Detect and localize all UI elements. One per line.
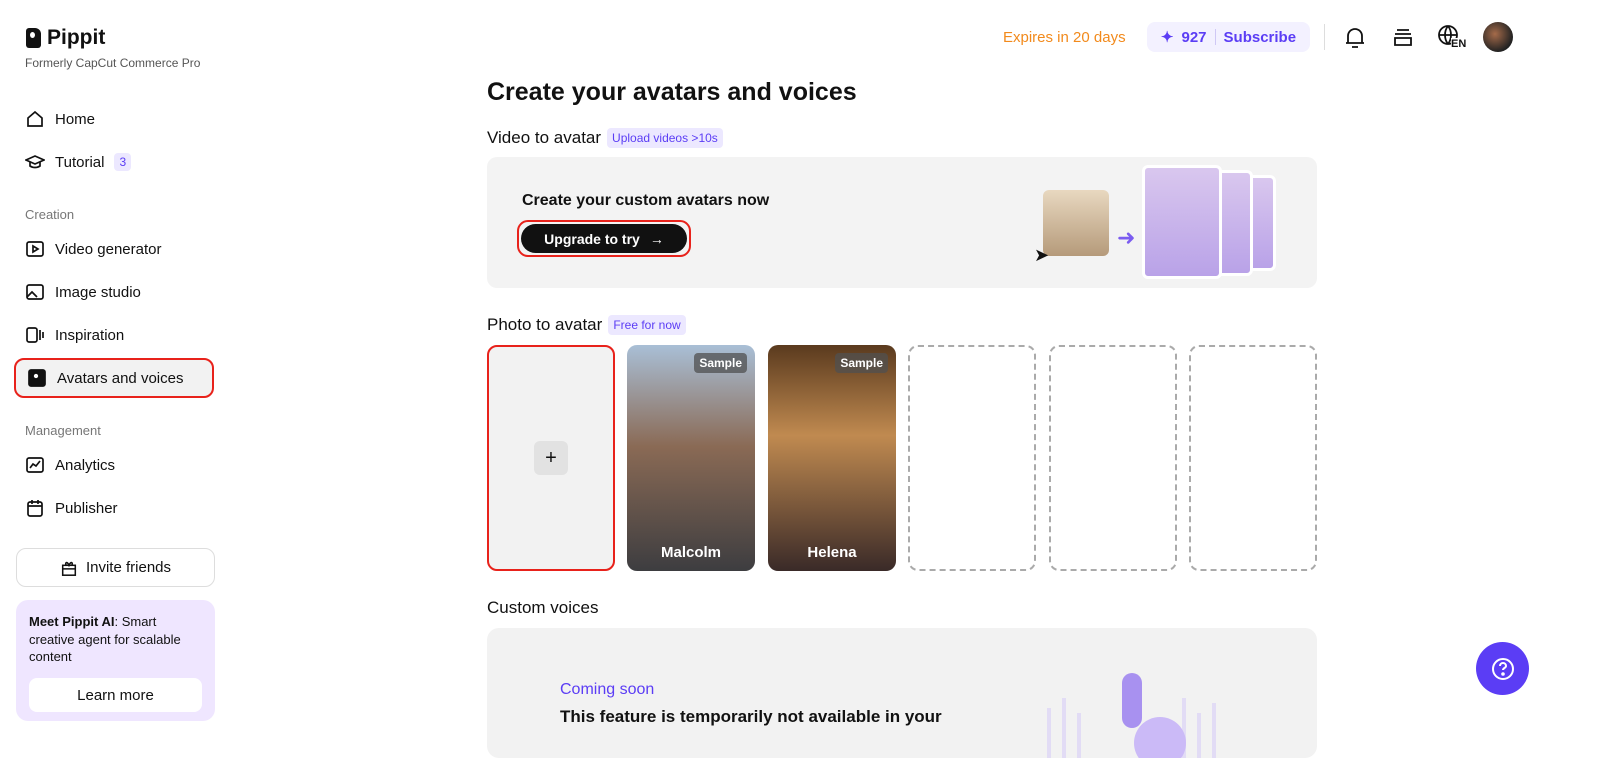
sidebar-item-analytics[interactable]: Analytics (14, 445, 214, 485)
home-icon (27, 110, 43, 127)
section-management: Management (25, 423, 101, 438)
subscribe-button[interactable]: Subscribe (1224, 29, 1297, 46)
credits-subscribe[interactable]: ✦ 927 Subscribe (1147, 22, 1310, 52)
upgrade-to-try-button[interactable]: Upgrade to try → (517, 220, 691, 257)
sample-tag: Sample (835, 353, 888, 373)
learn-more-button[interactable]: Learn more (29, 678, 202, 712)
video-avatar-banner: Create your custom avatars now Upgrade t… (487, 157, 1317, 288)
plus-icon: + (534, 441, 568, 475)
avatar-name: Malcolm (660, 544, 721, 561)
calendar-icon (27, 500, 43, 517)
custom-voices-heading: Custom voices (487, 598, 599, 617)
divider (1214, 29, 1216, 45)
expiry-notice: Expires in 20 days (1003, 29, 1126, 46)
source-video-thumbnail (1043, 190, 1109, 256)
logo[interactable]: Pippit (26, 26, 105, 50)
sparkle-icon: ✦ (1160, 29, 1174, 46)
brand-subtitle: Formerly CapCut Commerce Pro (25, 56, 201, 70)
question-icon (1491, 657, 1514, 680)
inspiration-icon (26, 327, 44, 343)
video-icon (26, 241, 44, 257)
empty-avatar-slot (1189, 345, 1317, 571)
sample-avatar-card[interactable]: Sample Malcolm (627, 345, 755, 571)
tutorial-count-badge: 3 (114, 153, 132, 171)
stack-icon (1394, 29, 1412, 46)
label: Upgrade to try (544, 230, 640, 247)
label: Image studio (55, 283, 141, 301)
sample-avatar-card[interactable]: Sample Helena (768, 345, 896, 571)
sidebar-item-home[interactable]: Home (14, 99, 214, 139)
label: Publisher (55, 499, 118, 517)
microphone-ai-icon (1047, 673, 1216, 758)
arrow-icon: ➜ (1117, 225, 1136, 250)
language-button[interactable]: EN (1437, 24, 1467, 50)
section-creation: Creation (25, 207, 75, 222)
label: Avatars and voices (57, 369, 184, 387)
photo-to-avatar-heading: Photo to avatar Free for now (487, 315, 686, 335)
avatar-icon (28, 369, 46, 387)
sidebar: Pippit Formerly CapCut Commerce Pro Home… (0, 0, 232, 748)
user-avatar[interactable] (1483, 22, 1513, 52)
avatar-thumbnail (1142, 165, 1222, 279)
empty-avatar-slot (1049, 345, 1177, 571)
notifications-button[interactable] (1342, 24, 1368, 50)
cursor-icon: ➤ (1034, 245, 1050, 265)
arrow-right-icon: → (649, 230, 664, 247)
page-title: Create your avatars and voices (487, 78, 857, 106)
empty-avatar-slot (908, 345, 1036, 571)
promo-text: Meet Pippit AI: Smart creative agent for… (29, 613, 202, 666)
custom-voices-panel: Coming soon This feature is temporarily … (487, 628, 1317, 758)
graduation-cap-icon (25, 155, 45, 169)
heading-text: Photo to avatar (487, 315, 603, 334)
pippit-ai-promo: Meet Pippit AI: Smart creative agent for… (16, 600, 215, 721)
unavailable-message: This feature is temporarily not availabl… (560, 707, 942, 726)
sidebar-item-tutorial[interactable]: Tutorial 3 (14, 142, 214, 182)
video-to-avatar-heading: Video to avatar Upload videos >10s (487, 128, 723, 148)
coming-soon-label: Coming soon (560, 681, 655, 698)
help-button[interactable] (1476, 642, 1529, 695)
label: Analytics (55, 456, 116, 474)
video-tag: Upload videos >10s (607, 128, 723, 148)
top-bar: Expires in 20 days ✦ 927 Subscribe EN (900, 0, 1600, 74)
upload-photo-card[interactable]: + (487, 345, 615, 571)
label: Inspiration (55, 326, 125, 344)
gift-icon (61, 561, 77, 576)
invite-friends-button[interactable]: Invite friends (16, 548, 215, 587)
sidebar-item-inspiration[interactable]: Inspiration (14, 315, 214, 355)
label: Home (55, 110, 96, 128)
language-code: EN (1451, 38, 1467, 50)
image-icon (26, 284, 44, 300)
sidebar-item-avatars-and-voices[interactable]: Avatars and voices (14, 358, 214, 398)
sidebar-item-video-generator[interactable]: Video generator (14, 229, 214, 269)
promo-bold: Meet Pippit AI (29, 614, 115, 629)
label: Invite friends (85, 559, 172, 576)
heading-text: Video to avatar (487, 128, 602, 147)
sidebar-item-publisher[interactable]: Publisher (14, 488, 214, 528)
sample-tag: Sample (694, 353, 747, 373)
brand-name: Pippit (47, 26, 106, 49)
label: Tutorial (55, 153, 105, 171)
banner-title: Create your custom avatars now (522, 192, 770, 209)
avatar-name: Helena (807, 544, 857, 561)
sidebar-item-image-studio[interactable]: Image studio (14, 272, 214, 312)
pippit-logo-icon (26, 28, 41, 48)
photo-tag: Free for now (608, 315, 686, 335)
inbox-button[interactable] (1390, 24, 1416, 50)
label: Video generator (55, 240, 162, 258)
divider (1324, 24, 1325, 50)
credit-count: 927 (1181, 28, 1207, 46)
bell-icon (1346, 28, 1364, 48)
analytics-icon (26, 457, 44, 473)
